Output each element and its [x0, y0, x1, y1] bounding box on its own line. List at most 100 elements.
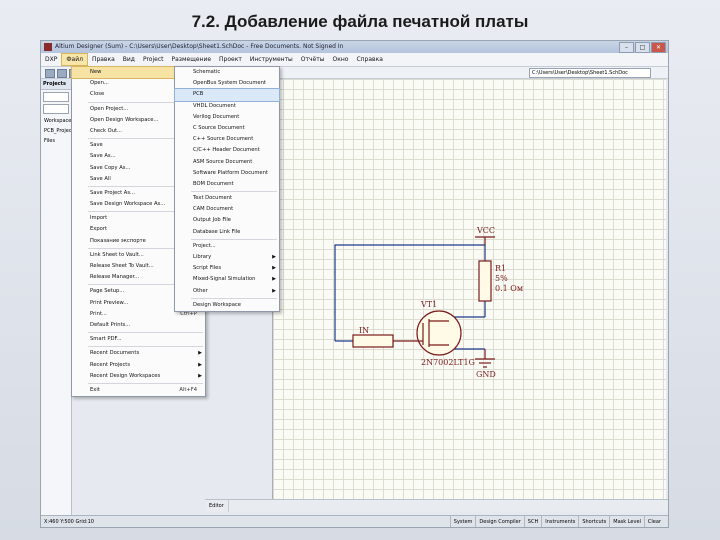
document-path-field[interactable]: C:\Users\User\Desktop\Sheet1.SchDoc: [529, 68, 651, 78]
menubar-item-окно[interactable]: Окно: [328, 53, 352, 66]
other-icon: [179, 288, 186, 295]
status-panel-shortcuts[interactable]: Shortcuts: [578, 516, 609, 527]
new-submenu-item-pcb[interactable]: PCB: [174, 88, 280, 102]
menu-item-label: Save All: [90, 175, 111, 182]
new-submenu-item-database-link-file[interactable]: Database Link File: [175, 227, 279, 238]
new-submenu-item-mixed-signal-simulation[interactable]: Mixed-Signal Simulation ▶: [175, 274, 279, 285]
new-submenu-item-software-platform-document[interactable]: Software Platform Document: [175, 168, 279, 179]
panel-row-workspace[interactable]: Workspace: [41, 116, 71, 126]
project-dropdown[interactable]: [43, 104, 69, 114]
file-menu-item-smart-pdf[interactable]: Smart PDF...: [72, 334, 205, 345]
menu-separator: [88, 382, 203, 384]
submenu-arrow-icon: ▶: [272, 276, 276, 283]
status-panel-sch[interactable]: SCH: [523, 516, 541, 527]
status-panel-design-compiler[interactable]: Design Compiler: [475, 516, 523, 527]
menu-item-label: Mixed-Signal Simulation: [193, 276, 256, 283]
new-submenu-item-output-job-file[interactable]: Output Job File: [175, 215, 279, 226]
new-submenu-item-openbus-system-document[interactable]: OpenBus System Document: [175, 78, 279, 89]
menu-item-label: VHDL Document: [193, 102, 236, 109]
menu-item-label: C++ Source Document: [193, 136, 254, 143]
new-submenu-item-c-source-document[interactable]: C++ Source Document: [175, 134, 279, 145]
menubar-item-вид[interactable]: Вид: [119, 53, 139, 66]
text-document-icon: [179, 195, 186, 202]
r1-value-label: 0.1 Ом: [495, 284, 523, 293]
new-submenu-item-script-files[interactable]: Script Files ▶: [175, 263, 279, 274]
menubar-item-справка[interactable]: Справка: [352, 53, 386, 66]
file-menu-item-recent-design-workspaces[interactable]: Recent Design Workspaces ▶: [72, 371, 205, 382]
file-menu-item-recent-projects[interactable]: Recent Projects ▶: [72, 360, 205, 371]
menu-item-shortcut: Alt+F4: [179, 386, 197, 393]
close-icon: [76, 91, 83, 98]
minimize-button[interactable]: –: [619, 42, 634, 53]
exit-icon: [76, 387, 83, 394]
panel-row-files[interactable]: Files: [41, 136, 71, 146]
status-panel-mask-level[interactable]: Mask Level: [609, 516, 644, 527]
file-menu-item-recent-documents[interactable]: Recent Documents ▶: [72, 348, 205, 359]
menu-item-label: Save As...: [90, 153, 116, 160]
save-as-icon: [76, 153, 83, 160]
new-submenu-item-other[interactable]: Other ▶: [175, 286, 279, 297]
new-submenu-item-c-c-header-document[interactable]: C/C++ Header Document: [175, 145, 279, 156]
open-icon: [76, 80, 83, 87]
asm-source-document-icon: [179, 159, 186, 166]
new-submenu-item-bom-document[interactable]: BOM Document: [175, 179, 279, 190]
file-menu-item-default-prints[interactable]: Default Prints...: [72, 320, 205, 331]
schematic-sheet[interactable]: VCC R1 5% 0.1 Ом VT1 2N7002LT1G IN GND: [272, 79, 666, 499]
new-icon[interactable]: [45, 69, 55, 78]
new-submenu-item-text-document[interactable]: Text Document: [175, 193, 279, 204]
menu-item-label: Smart PDF...: [90, 336, 122, 343]
import-icon: [76, 215, 83, 222]
open-icon[interactable]: [57, 69, 67, 78]
new-submenu-item-vhdl-document[interactable]: VHDL Document: [175, 101, 279, 112]
status-panel-clear[interactable]: Clear: [643, 516, 664, 527]
menu-item-label: Text Document: [193, 195, 233, 202]
new-submenu-item-cam-document[interactable]: CAM Document: [175, 204, 279, 215]
new-submenu-item-library[interactable]: Library ▶: [175, 252, 279, 263]
panel-row-project[interactable]: PCB_Project: [41, 126, 71, 136]
menubar-item-отчёты[interactable]: Отчёты: [297, 53, 329, 66]
script-files-icon: [179, 265, 186, 272]
menu-item-label: Default Prints...: [90, 321, 131, 328]
new-submenu-item-project[interactable]: Project...: [175, 241, 279, 252]
release-manager-icon: [76, 274, 83, 281]
status-panel-system[interactable]: System: [449, 516, 476, 527]
menubar-item-project[interactable]: Project: [139, 53, 168, 66]
new-submenu-item-verilog-document[interactable]: Verilog Document: [175, 112, 279, 123]
menu-item-label: Verilog Document: [193, 113, 240, 120]
menubar-item-файл[interactable]: Файл: [61, 53, 88, 66]
menu-item-label: Library: [193, 254, 212, 260]
menu-item-label: Save Project As...: [90, 189, 135, 196]
menubar-item-проект[interactable]: Проект: [215, 53, 246, 66]
menubar-item-dxp[interactable]: DXP: [41, 53, 61, 66]
menubar-item-правка[interactable]: Правка: [88, 53, 119, 66]
new-icon: [76, 69, 83, 76]
menubar-item-инструменты[interactable]: Инструменты: [246, 53, 297, 66]
cam-document-icon: [179, 206, 186, 213]
menu-item-label: Open Project...: [90, 105, 129, 112]
menu-item-label: Link Sheet to Vault...: [90, 251, 144, 258]
file-menu-item-exit[interactable]: Exit Alt+F4: [72, 385, 205, 396]
menu-item-label: Save Design Workspace As...: [90, 201, 166, 208]
status-panel-instruments[interactable]: Instruments: [541, 516, 578, 527]
projects-panel-header[interactable]: Projects: [41, 79, 71, 90]
menu-item-label: Recent Design Workspaces: [90, 372, 161, 379]
new-submenu-item-design-workspace[interactable]: Design Workspace: [175, 300, 279, 311]
maximize-button[interactable]: □: [635, 42, 650, 53]
new-submenu-item-c-source-document[interactable]: C Source Document: [175, 123, 279, 134]
pcb-icon: [179, 91, 186, 98]
menu-item-label: C Source Document: [193, 124, 245, 131]
bom-document-icon: [179, 181, 186, 188]
menu-separator: [88, 346, 203, 348]
new-submenu-item-asm-source-document[interactable]: ASM Source Document: [175, 157, 279, 168]
menu-item-label: Export: [90, 226, 107, 233]
status-bar: X:460 Y:500 Grid:10 System Design Compile…: [41, 515, 668, 527]
default-prints-icon: [76, 322, 83, 329]
gnd-label: GND: [476, 370, 496, 379]
menu-item-label: BOM Document: [193, 180, 234, 187]
r1-ref-label: R1: [495, 264, 506, 273]
tab-editor[interactable]: Editor: [205, 500, 229, 512]
new-submenu-item-schematic[interactable]: Schematic: [175, 67, 279, 78]
workspace-dropdown[interactable]: [43, 92, 69, 102]
menubar-item-размещение[interactable]: Размещение: [167, 53, 215, 66]
close-button[interactable]: ✕: [651, 42, 666, 53]
